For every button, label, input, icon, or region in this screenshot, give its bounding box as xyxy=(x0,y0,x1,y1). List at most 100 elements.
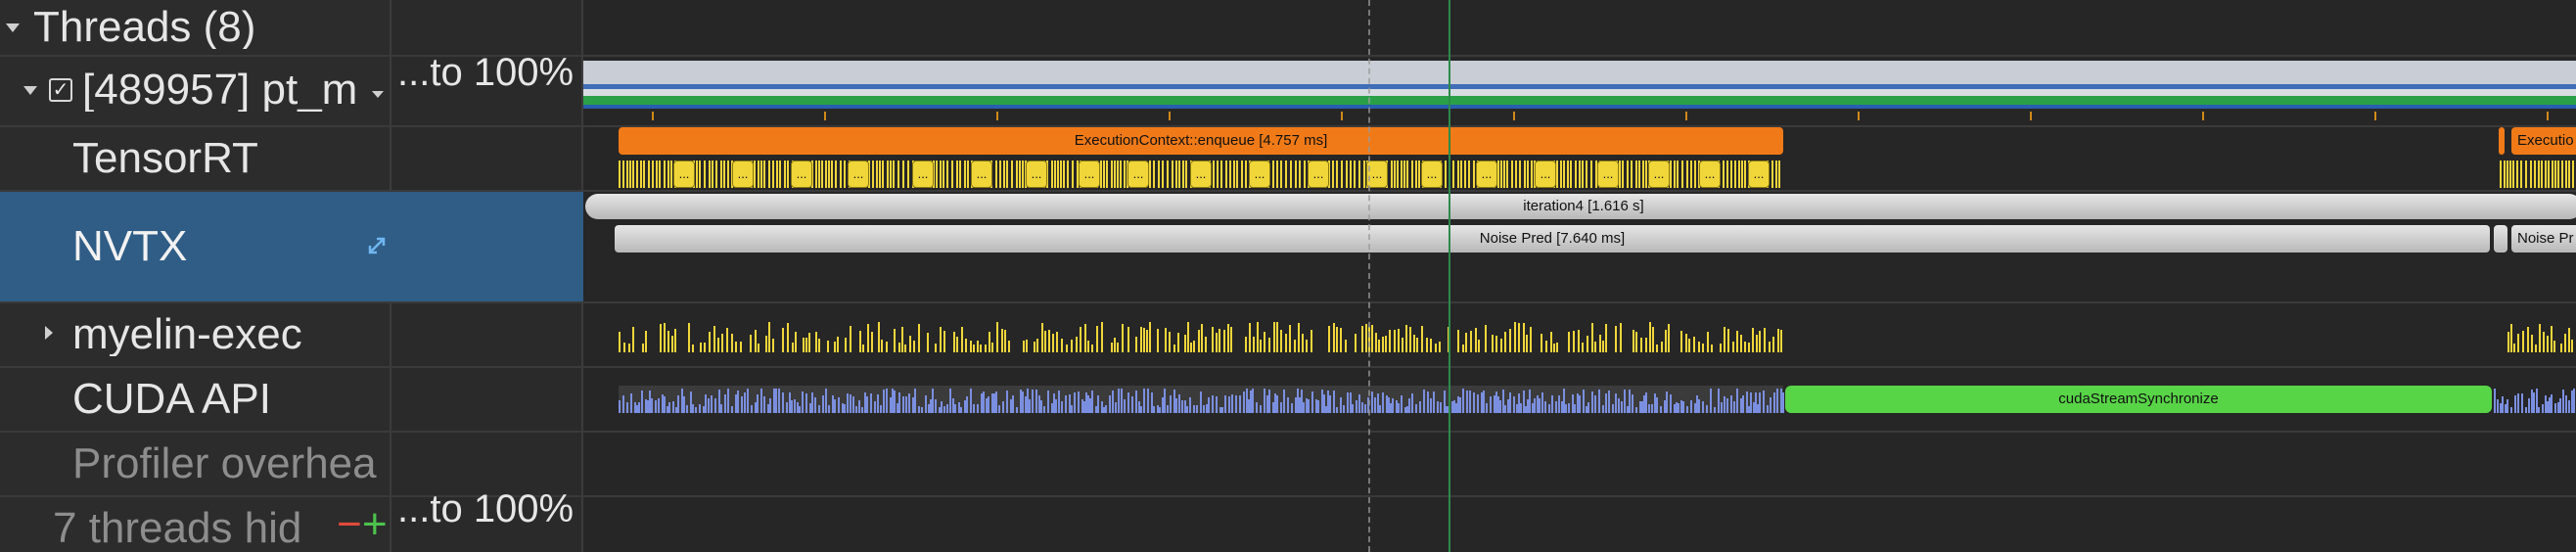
hide-thread-button[interactable]: − xyxy=(337,503,362,546)
cuda-api-call[interactable] xyxy=(1239,395,1241,413)
myelin-kernel[interactable] xyxy=(2535,345,2537,352)
kernel-slice[interactable] xyxy=(1723,161,1725,188)
myelin-kernel[interactable] xyxy=(1405,325,1407,352)
myelin-kernel[interactable] xyxy=(1530,327,1532,352)
cuda-api-call[interactable] xyxy=(1224,395,1226,413)
myelin-kernel[interactable] xyxy=(1504,332,1506,352)
myelin-kernel[interactable] xyxy=(1061,339,1063,352)
cuda-api-call[interactable] xyxy=(1539,398,1541,413)
kernel-slice[interactable] xyxy=(1057,161,1059,188)
cuda-api-call[interactable] xyxy=(850,394,851,413)
cuda-api-call[interactable] xyxy=(2568,400,2570,413)
kernel-slice[interactable] xyxy=(2500,161,2502,188)
myelin-kernel[interactable] xyxy=(1711,345,1713,352)
cuda-api-call[interactable] xyxy=(672,401,674,413)
cuda-api-call[interactable] xyxy=(1437,401,1439,413)
kernel-slice[interactable] xyxy=(754,161,756,188)
thread-checkbox[interactable]: ✓ xyxy=(49,78,72,102)
myelin-kernel[interactable] xyxy=(1253,337,1255,352)
cuda-api-call[interactable] xyxy=(1243,391,1245,413)
kernel-slice[interactable] xyxy=(1497,161,1499,188)
kernel-slice[interactable] xyxy=(2504,161,2506,188)
cuda-api-call[interactable] xyxy=(1529,390,1531,413)
myelin-kernel[interactable] xyxy=(632,327,634,352)
kernel-slice[interactable] xyxy=(723,161,725,188)
cuda-api-call[interactable] xyxy=(1398,403,1400,413)
cuda-api-call[interactable] xyxy=(1466,391,1468,413)
kernel-slice[interactable] xyxy=(1354,161,1356,188)
cuda-stream-synchronize-range[interactable]: cudaStreamSynchronize xyxy=(1785,386,2492,413)
myelin-kernel[interactable] xyxy=(904,345,906,352)
cuda-api-call[interactable] xyxy=(2562,390,2564,413)
cuda-api-call[interactable] xyxy=(791,400,793,413)
myelin-kernel[interactable] xyxy=(850,326,851,352)
myelin-kernel[interactable] xyxy=(704,343,706,352)
kernel-slice[interactable] xyxy=(1063,161,1065,188)
myelin-kernel[interactable] xyxy=(1190,343,1192,352)
cuda-api-call[interactable] xyxy=(880,405,882,413)
cuda-api-call[interactable] xyxy=(1602,405,1604,413)
kernel-slice[interactable] xyxy=(664,161,666,188)
myelin-kernel[interactable] xyxy=(1076,337,1078,352)
myelin-kernel[interactable] xyxy=(1439,342,1441,352)
myelin-kernel[interactable] xyxy=(1518,323,1520,352)
cuda-api-call[interactable] xyxy=(1071,405,1073,413)
cuda-api-call[interactable] xyxy=(1648,404,1650,413)
kernel-slice[interactable] xyxy=(1236,161,1238,188)
kernel-slice[interactable] xyxy=(1304,161,1306,188)
kernel-slice[interactable] xyxy=(779,161,781,188)
cuda-api-call[interactable] xyxy=(970,389,972,413)
myelin-kernel[interactable] xyxy=(713,326,715,352)
cuda-api-call[interactable] xyxy=(1618,398,1620,413)
scale-label-top[interactable]: ...to 100% xyxy=(397,53,581,92)
cuda-api-call[interactable] xyxy=(1186,406,1188,413)
noise-pred-range-2[interactable]: Noise Pr xyxy=(2511,225,2576,253)
cuda-api-call[interactable] xyxy=(2502,396,2504,413)
myelin-kernel[interactable] xyxy=(1052,334,1054,352)
cuda-api-call[interactable] xyxy=(1565,404,1567,413)
myelin-kernel[interactable] xyxy=(1280,330,1282,352)
cuda-api-call[interactable] xyxy=(1509,392,1511,413)
myelin-kernel[interactable] xyxy=(1394,330,1396,352)
kernel-slice[interactable] xyxy=(768,161,770,188)
threads-collapse-icon[interactable] xyxy=(6,23,20,32)
myelin-kernel[interactable] xyxy=(619,332,621,352)
myelin-kernel[interactable] xyxy=(1591,323,1593,352)
kernel-slice[interactable] xyxy=(1182,161,1184,188)
myelin-kernel[interactable] xyxy=(808,333,810,352)
myelin-kernel[interactable] xyxy=(688,323,690,352)
cuda-api-call[interactable] xyxy=(1490,396,1492,413)
kernel-slice[interactable] xyxy=(1213,161,1215,188)
cuda-api-call[interactable] xyxy=(778,389,780,413)
myelin-kernel[interactable] xyxy=(805,338,807,352)
kernel-slice[interactable] xyxy=(727,161,729,188)
myelin-kernel[interactable] xyxy=(1365,324,1367,352)
myelin-kernel[interactable] xyxy=(795,332,797,352)
kernel-slice[interactable] xyxy=(1167,161,1169,188)
kernel-slice[interactable] xyxy=(1694,161,1696,188)
cuda-api-call[interactable] xyxy=(855,406,857,413)
myelin-kernel[interactable] xyxy=(1257,322,1259,352)
myelin-kernel[interactable] xyxy=(1435,344,1437,352)
cuda-api-call[interactable] xyxy=(619,400,621,413)
cuda-api-call[interactable] xyxy=(727,389,729,413)
cuda-api-call[interactable] xyxy=(1029,399,1031,413)
cuda-api-call[interactable] xyxy=(626,402,628,413)
kernel-slice[interactable] xyxy=(967,161,969,188)
kernel-slice[interactable] xyxy=(758,161,759,188)
cuda-api-call[interactable] xyxy=(861,407,863,413)
myelin-kernel[interactable] xyxy=(1756,335,1758,352)
iteration-range[interactable]: iteration4 [1.616 s] xyxy=(585,194,2576,219)
kernel-slice[interactable] xyxy=(1452,161,1454,188)
profiler-overhead-row-label[interactable]: Profiler overhea xyxy=(72,442,390,485)
myelin-kernel[interactable] xyxy=(1485,325,1487,352)
kernel-slice[interactable] xyxy=(1511,161,1513,188)
cuda-api-call[interactable] xyxy=(1065,395,1067,413)
cuda-api-call[interactable] xyxy=(1347,392,1349,413)
kernel-slice[interactable] xyxy=(1106,161,1108,188)
myelin-kernel[interactable] xyxy=(977,341,979,352)
cuda-api-call[interactable] xyxy=(1118,389,1120,413)
cuda-api-call[interactable] xyxy=(1598,390,1600,413)
kernel-slice[interactable] xyxy=(1060,161,1062,188)
kernel-slice[interactable] xyxy=(902,161,904,188)
